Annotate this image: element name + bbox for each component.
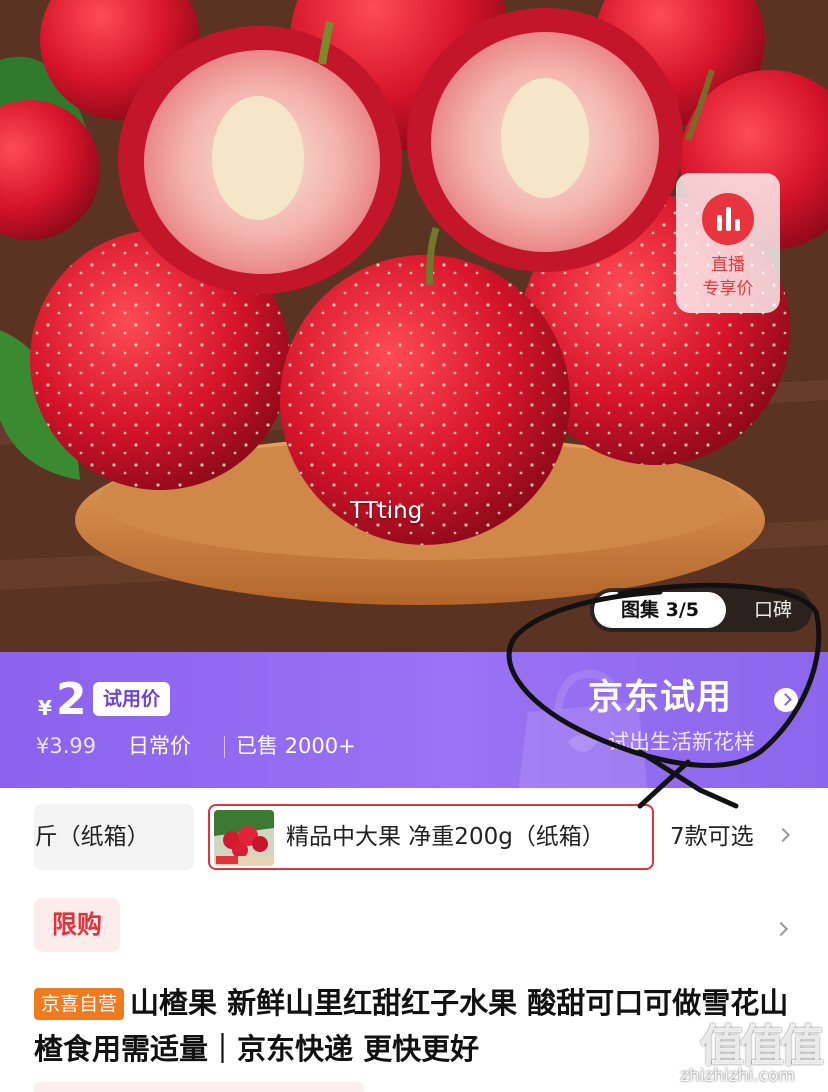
site-watermark-url: zhizhizhi.com [680,1066,795,1086]
live-exclusive-price-badge[interactable]: 直播 专享价 [676,173,780,313]
variant-thumbnail [214,810,274,866]
image-watermark: TTting [350,498,423,524]
product-image-carousel[interactable]: TTting 直播 专享价 图集 3/5 口碑 [0,0,828,652]
hawthorn-fruit-photo [0,0,828,652]
chevron-right-icon[interactable] [773,921,789,937]
self-operated-tag: 京喜自营 [34,988,125,1020]
sold-count: 已售 2000+ [236,734,356,758]
price-banner: ¥ 2 试用价 ¥3.99 日常价 已售 2000+ 京东试用 试出生活新花样 [0,652,828,788]
divider [224,736,225,758]
currency-symbol: ¥ [38,696,52,720]
live-badge-label: 直播 专享价 [702,255,754,299]
jd-trial-link[interactable]: 京东试用 [588,676,732,720]
gallery-tab[interactable]: 图集 3/5 [594,592,726,628]
variant-selector: 4斤（纸箱） 精品中大果 净重200g（纸箱） 7款可选 [0,800,828,876]
purchase-limit-badge: 限购 [34,898,120,952]
original-price-label: 日常价 [128,734,191,758]
trial-price-tag: 试用价 [93,682,171,716]
product-title-text: 山楂果 新鲜山里红甜红子水果 酸甜可口可做雪花山楂食用需适量｜京东快递 更快更好 [34,986,789,1066]
original-price: ¥3.99 [36,734,97,758]
product-title: 京喜自营 山楂果 新鲜山里红甜红子水果 酸甜可口可做雪花山楂食用需适量｜京东快递 … [34,980,804,1072]
jd-trial-slogan: 试出生活新花样 [608,730,755,754]
site-watermark-logo: 值值值 [700,1021,824,1072]
variant-count[interactable]: 7款可选 [670,804,754,870]
chevron-right-icon[interactable] [774,688,798,712]
live-stream-icon [702,193,754,245]
trial-price: 2 [56,674,87,725]
next-section-edge [34,1082,364,1092]
variant-option[interactable]: 4斤（纸箱） [34,804,194,870]
reviews-tab[interactable]: 口碑 [740,588,806,632]
variant-selected-label: 精品中大果 净重200g（纸箱） [286,824,605,850]
gallery-switcher: 图集 3/5 口碑 [590,588,812,632]
chevron-right-icon[interactable] [775,827,791,843]
variant-option-selected[interactable]: 精品中大果 净重200g（纸箱） [208,804,654,870]
